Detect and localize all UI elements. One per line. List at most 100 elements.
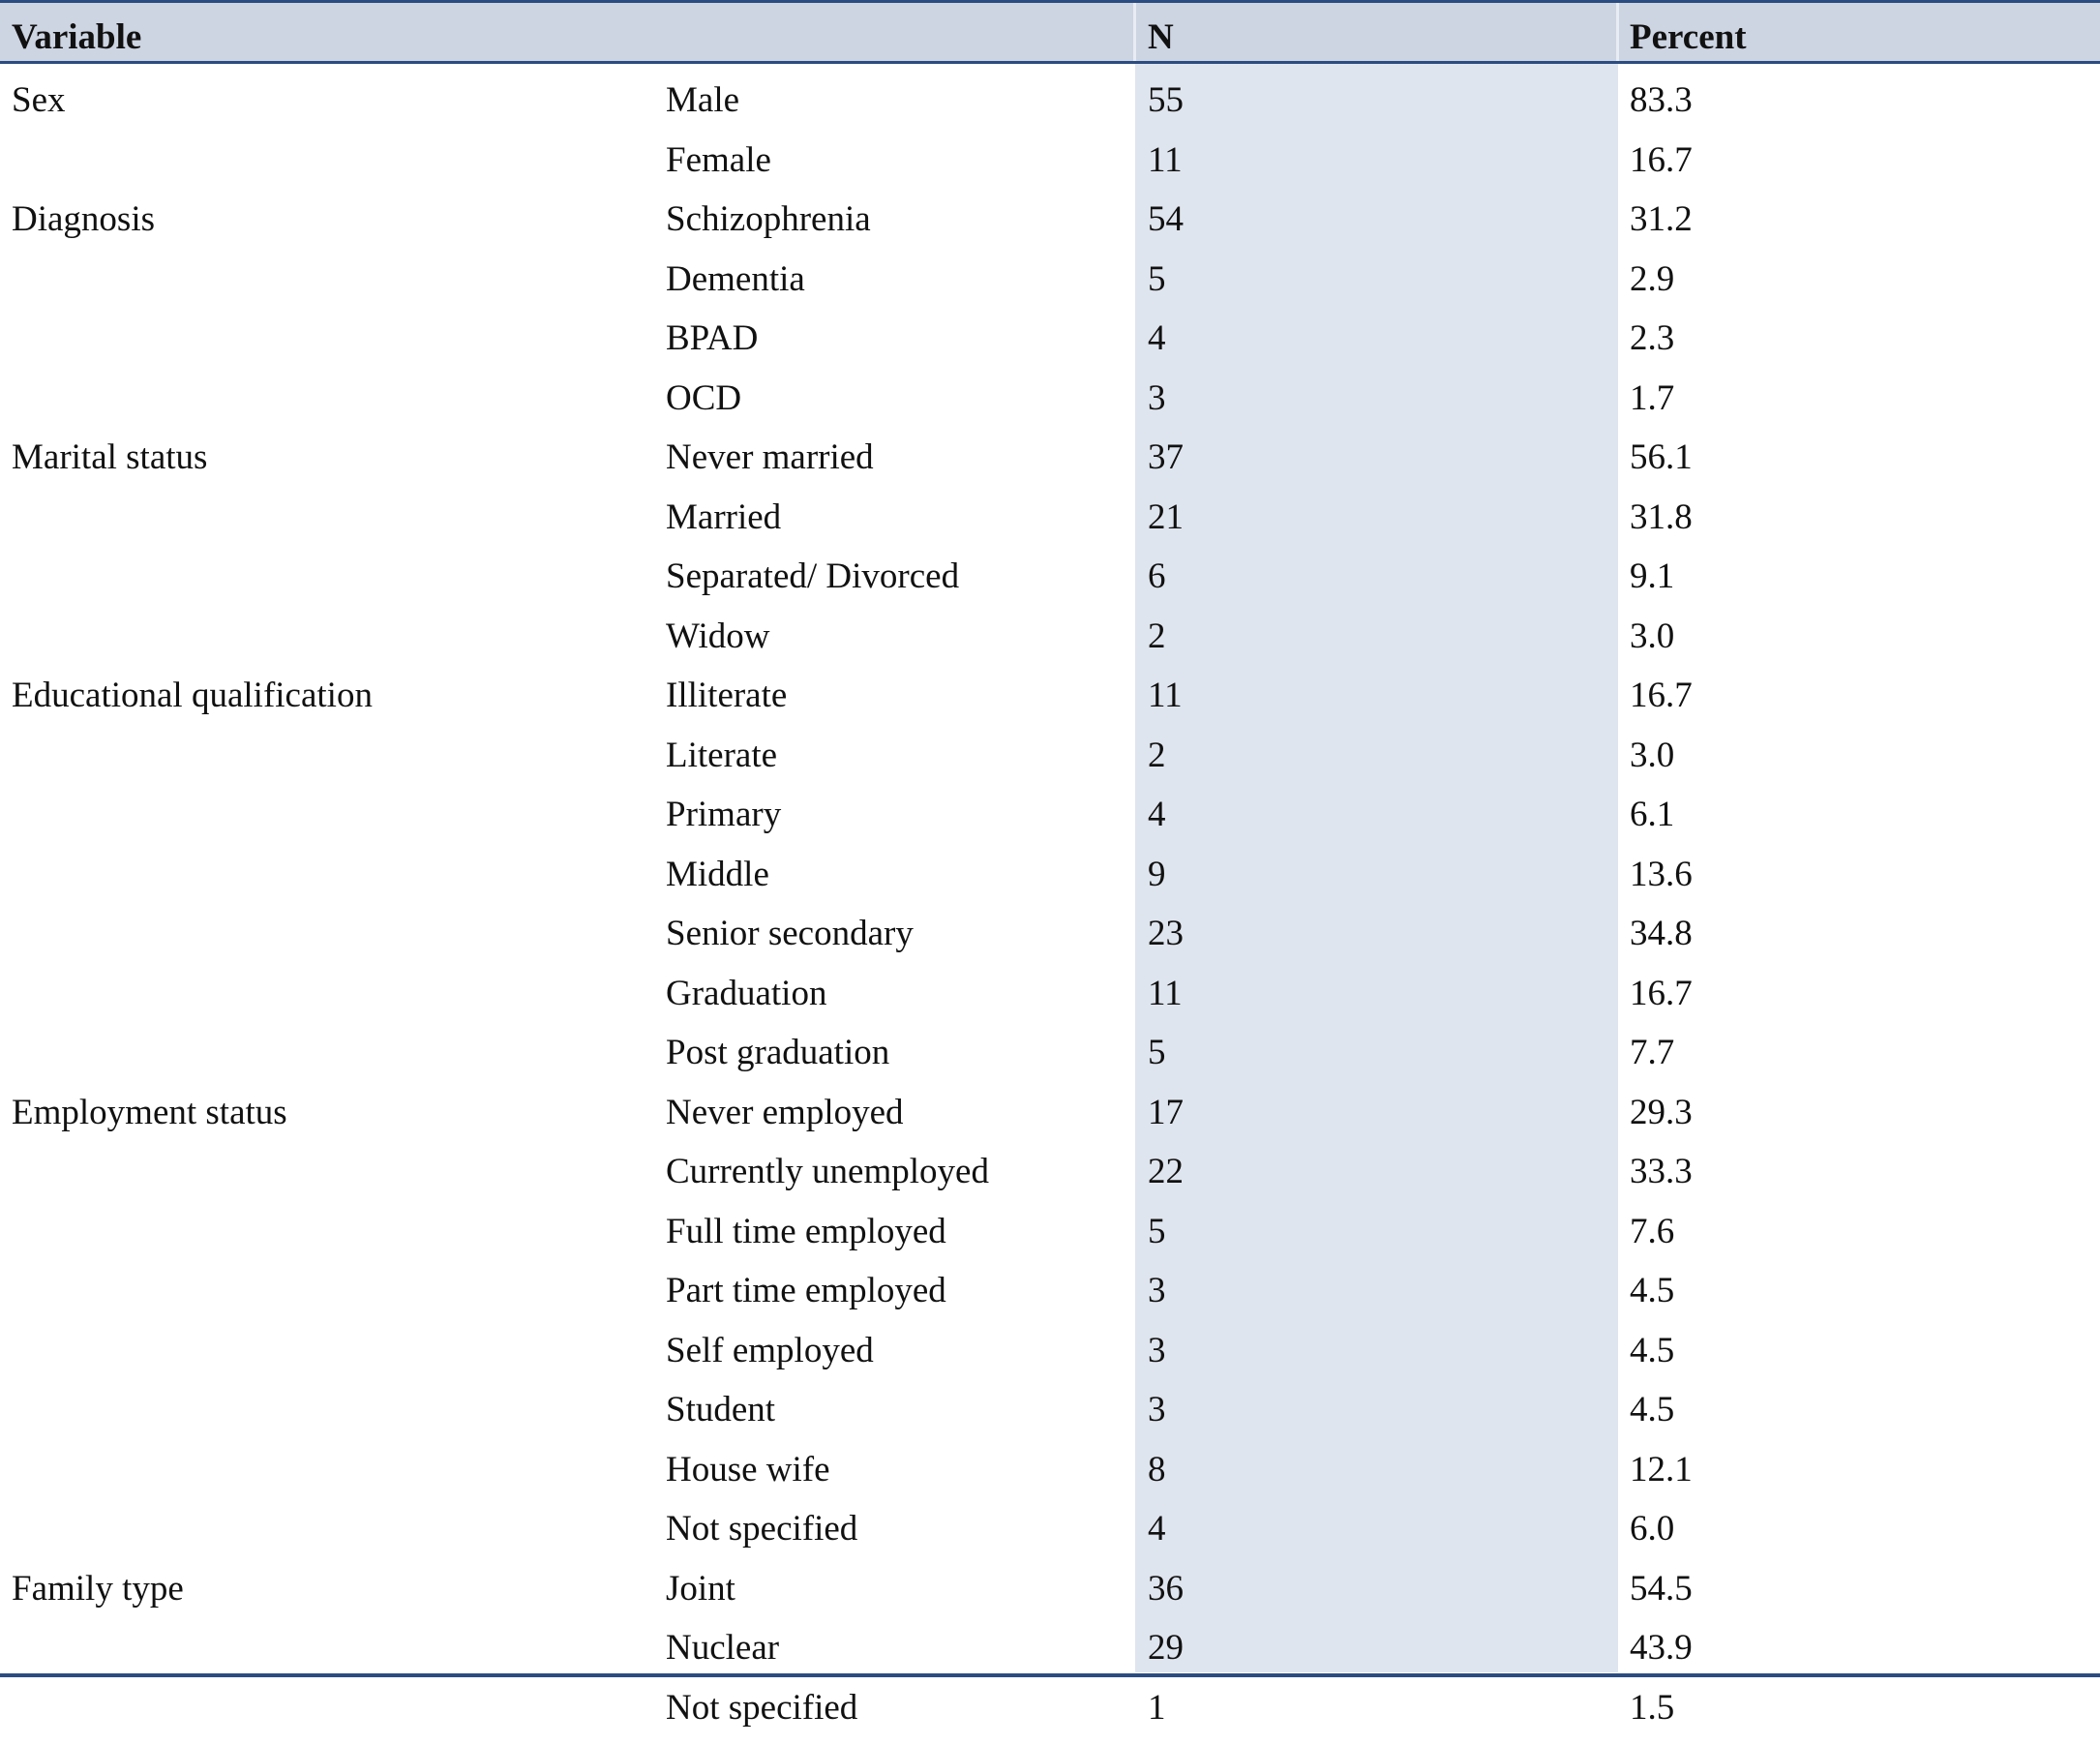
variable-cell: Marital status	[12, 437, 208, 477]
n-cell: 9	[1148, 854, 1166, 894]
category-cell: Female	[666, 139, 771, 180]
category-cell: Part time employed	[666, 1271, 946, 1310]
table-row: Middle 9 13.6	[0, 838, 2100, 898]
category-cell: Nuclear	[666, 1628, 780, 1668]
category-cell: Senior secondary	[666, 914, 914, 953]
variable-cell: Employment status	[12, 1092, 287, 1132]
category-cell: Never married	[666, 437, 874, 477]
percent-cell: 34.8	[1630, 914, 1693, 953]
table-row: Full time employed 5 7.6	[0, 1195, 2100, 1255]
variable-cell: Sex	[12, 80, 66, 120]
table-row: BPAD 4 2.3	[0, 302, 2100, 362]
table-row: Primary 4 6.1	[0, 778, 2100, 838]
category-cell: Post graduation	[666, 1033, 890, 1072]
n-cell: 4	[1148, 1509, 1166, 1549]
category-cell: House wife	[666, 1449, 830, 1489]
table-bottom-rule	[0, 1673, 2100, 1677]
header-n: N	[1148, 17, 1174, 57]
category-cell: Middle	[666, 854, 769, 894]
percent-cell: 3.0	[1630, 616, 1675, 656]
table-row: Dementia 5 2.9	[0, 243, 2100, 303]
category-cell: OCD	[666, 377, 742, 418]
percent-cell: 31.8	[1630, 496, 1693, 537]
percent-cell: 13.6	[1630, 854, 1693, 894]
table-row: Separated/ Divorced 6 9.1	[0, 540, 2100, 600]
table-row: Literate 2 3.0	[0, 719, 2100, 779]
percent-cell: 7.7	[1630, 1033, 1675, 1072]
category-cell: BPAD	[666, 318, 759, 358]
category-cell: Not specified	[666, 1509, 858, 1549]
table-row: House wife 8 12.1	[0, 1433, 2100, 1493]
category-cell: Literate	[666, 735, 778, 775]
percent-cell: 12.1	[1630, 1449, 1693, 1489]
n-cell: 29	[1148, 1628, 1184, 1668]
n-cell: 17	[1148, 1092, 1184, 1132]
table-row: Marital status Never married 37 56.1	[0, 421, 2100, 481]
category-cell: Illiterate	[666, 676, 788, 715]
n-cell: 5	[1148, 258, 1166, 299]
n-cell: 4	[1148, 318, 1166, 358]
category-cell: Full time employed	[666, 1211, 946, 1251]
n-cell: 23	[1148, 914, 1184, 953]
percent-cell: 4.5	[1630, 1390, 1675, 1429]
percent-cell: 4.5	[1630, 1271, 1675, 1310]
n-cell: 11	[1148, 676, 1183, 715]
n-cell: 36	[1148, 1568, 1184, 1609]
category-cell: Graduation	[666, 973, 827, 1013]
percent-cell: 6.1	[1630, 795, 1675, 834]
category-cell: Never employed	[666, 1092, 904, 1132]
table-row: Graduation 11 16.7	[0, 957, 2100, 1017]
percent-cell: 6.0	[1630, 1509, 1675, 1549]
category-cell: Dementia	[666, 258, 805, 299]
n-cell: 22	[1148, 1152, 1184, 1191]
percent-cell: 29.3	[1630, 1092, 1693, 1132]
table-row: Female 11 16.7	[0, 124, 2100, 184]
percent-cell: 2.3	[1630, 318, 1675, 358]
percent-cell: 4.5	[1630, 1330, 1675, 1370]
category-cell: Married	[666, 496, 782, 537]
table-row: Widow 2 3.0	[0, 600, 2100, 660]
category-cell: Male	[666, 80, 740, 120]
table-row: Not specified 4 6.0	[0, 1492, 2100, 1552]
header-divider	[1616, 3, 1619, 61]
header-variable: Variable	[12, 17, 142, 57]
table-row: Post graduation 5 7.7	[0, 1016, 2100, 1076]
n-cell: 5	[1148, 1033, 1166, 1072]
percent-cell: 43.9	[1630, 1628, 1693, 1668]
category-cell: Not specified	[666, 1687, 858, 1728]
n-cell: 3	[1148, 377, 1166, 418]
percent-cell: 7.6	[1630, 1211, 1675, 1251]
n-cell: 4	[1148, 795, 1166, 834]
n-cell: 1	[1148, 1687, 1166, 1728]
n-cell: 3	[1148, 1330, 1166, 1370]
table-row: OCD 3 1.7	[0, 362, 2100, 422]
table-row: Married 21 31.8	[0, 481, 2100, 541]
percent-cell: 31.2	[1630, 199, 1693, 239]
percent-cell: 2.9	[1630, 258, 1675, 299]
header-divider	[1133, 3, 1136, 61]
table-row: Educational qualification Illiterate 11 16.…	[0, 659, 2100, 719]
category-cell: Schizophrenia	[666, 199, 871, 239]
n-cell: 37	[1148, 437, 1184, 477]
table-row: Self employed 3 4.5	[0, 1314, 2100, 1374]
percent-cell: 1.7	[1630, 377, 1675, 418]
table-row: Currently unemployed 22 33.3	[0, 1135, 2100, 1195]
percent-cell: 1.5	[1630, 1687, 1675, 1728]
table-row: Diagnosis Schizophrenia 54 31.2	[0, 183, 2100, 243]
header-percent: Percent	[1630, 17, 1747, 57]
n-cell: 2	[1148, 616, 1166, 656]
percent-cell: 83.3	[1630, 80, 1693, 120]
n-cell: 11	[1148, 973, 1183, 1013]
demographics-table: Variable N Percent Sex Male 55 83.3 Female 11…	[0, 0, 2100, 1728]
table-row: Senior secondary 23 34.8	[0, 897, 2100, 957]
percent-cell: 9.1	[1630, 557, 1675, 596]
n-cell: 54	[1148, 199, 1184, 239]
category-cell: Separated/ Divorced	[666, 557, 960, 596]
category-cell: Widow	[666, 616, 770, 656]
n-cell: 11	[1148, 139, 1183, 180]
category-cell: Joint	[666, 1568, 735, 1609]
variable-cell: Educational qualification	[12, 676, 373, 715]
variable-cell: Family type	[12, 1568, 184, 1609]
table-row: Nuclear 29 43.9	[0, 1611, 2100, 1671]
percent-cell: 16.7	[1630, 676, 1693, 715]
